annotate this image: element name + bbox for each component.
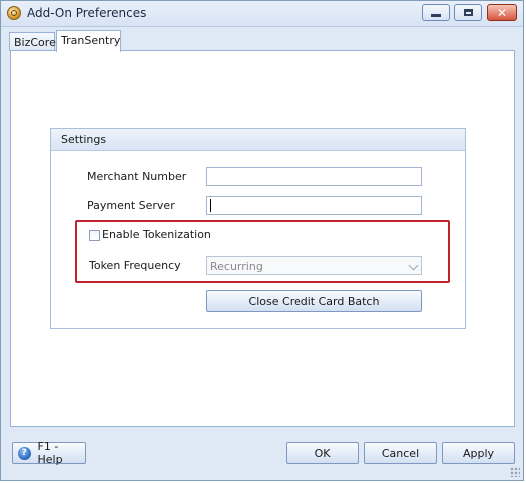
close-button[interactable]: ✕ [487, 4, 517, 21]
merchant-number-input[interactable] [206, 167, 422, 186]
token-frequency-label: Token Frequency [89, 259, 181, 272]
tab-bizcore-label: BizCore [14, 36, 56, 49]
resize-grip[interactable] [510, 467, 520, 477]
payment-server-input[interactable] [206, 196, 422, 215]
settings-group-title: Settings [61, 133, 107, 146]
token-frequency-select[interactable]: Recurring [206, 256, 422, 275]
tab-bizcore[interactable]: BizCore [9, 32, 56, 51]
maximize-icon [463, 9, 473, 16]
window-title: Add-On Preferences [27, 6, 147, 20]
merchant-number-label: Merchant Number [87, 170, 187, 183]
preferences-window: Add-On Preferences ✕ BizCore TranSentry … [0, 0, 524, 481]
apply-button[interactable]: Apply [442, 442, 515, 464]
close-credit-card-batch-button[interactable]: Close Credit Card Batch [206, 290, 422, 312]
close-icon: ✕ [496, 5, 508, 20]
help-button[interactable]: ? F1 - Help [12, 440, 86, 466]
close-credit-card-batch-label: Close Credit Card Batch [248, 294, 380, 308]
tab-transentry[interactable]: TranSentry [56, 30, 121, 52]
payment-server-label: Payment Server [87, 199, 175, 212]
chevron-down-icon[interactable] [408, 260, 419, 271]
app-icon [7, 6, 21, 20]
help-icon: ? [18, 446, 31, 460]
ok-button[interactable]: OK [286, 442, 359, 464]
text-cursor [210, 199, 211, 212]
maximize-button[interactable] [454, 4, 482, 21]
token-frequency-value: Recurring [210, 260, 263, 273]
cancel-button[interactable]: Cancel [364, 442, 437, 464]
cancel-button-label: Cancel [381, 446, 420, 460]
enable-tokenization-label[interactable]: Enable Tokenization [102, 228, 211, 241]
minimize-button[interactable] [422, 4, 450, 21]
tab-transentry-label: TranSentry [61, 34, 121, 47]
apply-button-label: Apply [462, 446, 495, 460]
minimize-icon [431, 14, 441, 17]
help-button-label: F1 - Help [37, 440, 63, 466]
ok-button-label: OK [314, 446, 331, 460]
title-bar[interactable]: Add-On Preferences ✕ [1, 1, 523, 27]
settings-group-header: Settings [51, 129, 465, 151]
enable-tokenization-checkbox[interactable] [89, 230, 100, 241]
